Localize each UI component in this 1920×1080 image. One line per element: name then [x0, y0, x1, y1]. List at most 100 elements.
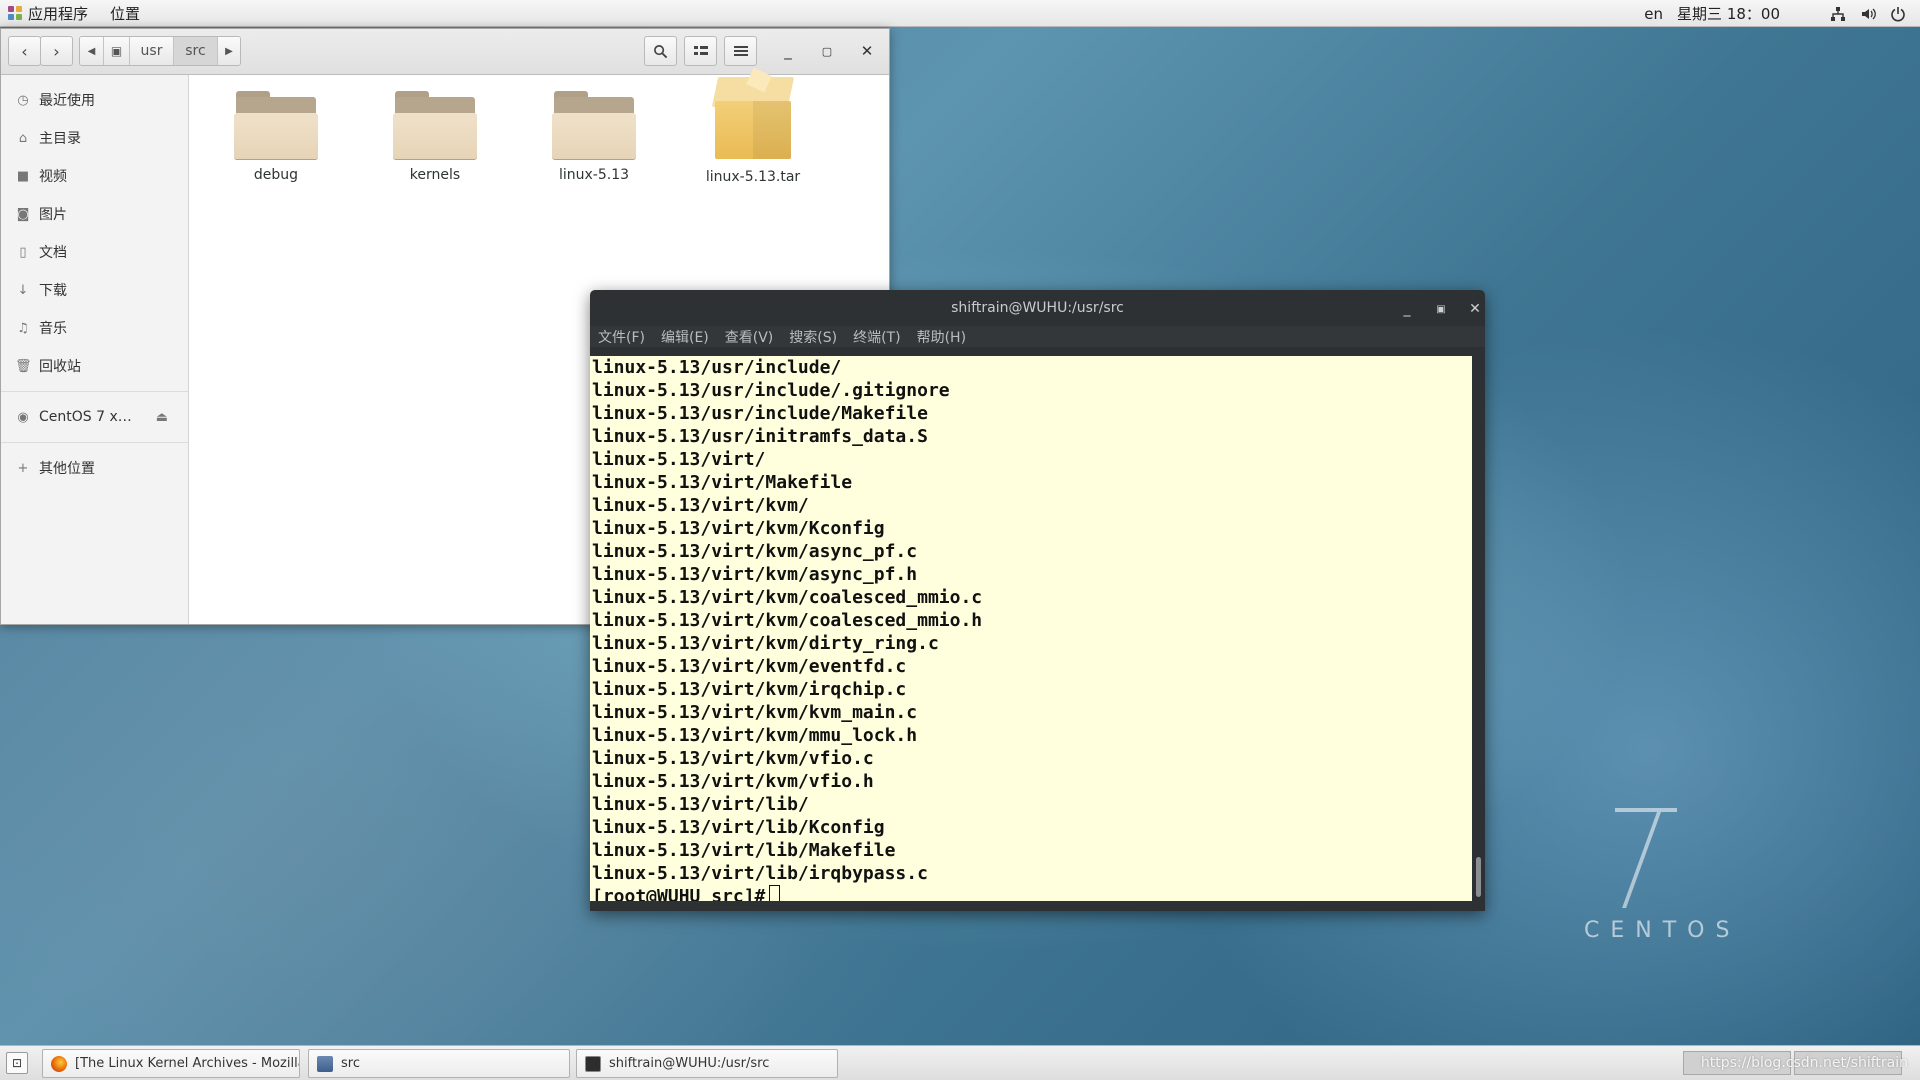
- view-toggle-button[interactable]: [684, 36, 717, 66]
- terminal-line: linux-5.13/virt/kvm/dirty_ring.c: [592, 633, 939, 654]
- file-item-label: kernels: [409, 167, 461, 183]
- terminal-line: linux-5.13/virt/kvm/async_pf.h: [592, 564, 918, 585]
- clock-icon: ◷: [17, 92, 29, 108]
- task-label: [The Linux Kernel Archives - Mozilla…: [75, 1056, 300, 1071]
- applications-menu[interactable]: 应用程序: [0, 0, 100, 26]
- terminal-menu-edit[interactable]: 编辑(E): [661, 327, 709, 347]
- terminal-menu-terminal[interactable]: 终端(T): [853, 327, 900, 347]
- path-scroll-right-button[interactable]: ▶: [218, 37, 240, 65]
- input-method-indicator[interactable]: en: [1644, 5, 1663, 23]
- terminal-scrollbar[interactable]: [1472, 356, 1485, 901]
- terminal-title: shiftrain@WUHU:/usr/src: [951, 300, 1124, 316]
- file-item-linux-5-13[interactable]: linux-5.13: [524, 89, 664, 183]
- task-label: shiftrain@WUHU:/usr/src: [609, 1056, 770, 1071]
- path-bar: ◀ ▣ usr src ▶: [79, 36, 241, 66]
- sidebar-item-label: 视频: [39, 169, 67, 185]
- terminal-line: linux-5.13/virt/kvm/vfio.c: [592, 748, 874, 769]
- folder-icon: [234, 89, 318, 159]
- file-item-debug[interactable]: debug: [206, 89, 346, 183]
- disc-icon: ◉: [17, 409, 29, 425]
- task-file-manager[interactable]: src: [308, 1049, 570, 1078]
- terminal-line: linux-5.13/virt/kvm/coalesced_mmio.h: [592, 610, 983, 631]
- sidebar-item-downloads[interactable]: ↓ 下载: [1, 271, 188, 309]
- close-icon: ✕: [860, 42, 874, 60]
- file-item-linux-5-13-tar[interactable]: linux-5.13.tar: [683, 67, 823, 185]
- path-segment-src[interactable]: src: [174, 37, 218, 65]
- task-firefox[interactable]: [The Linux Kernel Archives - Mozilla…: [42, 1049, 300, 1078]
- power-icon[interactable]: [1890, 6, 1906, 22]
- hamburger-menu-icon: [733, 46, 748, 56]
- terminal-prompt: [root@WUHU src]#: [592, 886, 766, 901]
- path-segment-usr[interactable]: usr: [130, 37, 174, 65]
- sidebar-item-label: 音乐: [39, 321, 67, 337]
- terminal-icon: [585, 1055, 601, 1072]
- applications-logo-icon: [8, 6, 22, 20]
- path-scroll-left-button[interactable]: ◀: [80, 37, 104, 65]
- clock[interactable]: 星期三 18：00: [1677, 3, 1780, 24]
- top-panel: 应用程序 位置 en 星期三 18：00: [0, 0, 1920, 27]
- menu-button[interactable]: [724, 36, 757, 66]
- terminal-close-button[interactable]: ✕: [1464, 298, 1485, 320]
- eject-icon[interactable]: ⏏: [156, 410, 168, 425]
- sidebar-item-documents[interactable]: ▯ 文档: [1, 233, 188, 271]
- folder-icon: [393, 89, 477, 159]
- file-item-label: linux-5.13: [558, 167, 630, 183]
- scrollbar-thumb[interactable]: [1476, 857, 1481, 897]
- task-terminal[interactable]: shiftrain@WUHU:/usr/src: [576, 1049, 838, 1078]
- terminal-line: linux-5.13/usr/include/: [592, 357, 842, 378]
- terminal-line: linux-5.13/virt/lib/: [592, 794, 809, 815]
- network-icon[interactable]: [1830, 6, 1846, 22]
- terminal-line: linux-5.13/virt/kvm/mmu_lock.h: [592, 725, 918, 746]
- back-button[interactable]: ‹: [8, 36, 41, 66]
- sidebar-item-label: 主目录: [39, 131, 81, 147]
- sidebar-item-pictures[interactable]: ◙ 图片: [1, 195, 188, 233]
- sidebar-item-home[interactable]: ⌂ 主目录: [1, 119, 188, 157]
- chevron-left-icon: ‹: [21, 41, 28, 61]
- terminal-maximize-button[interactable]: ▣: [1430, 298, 1452, 320]
- sidebar-item-device-centos[interactable]: ◉ CentOS 7 x… ⏏: [1, 398, 188, 436]
- arrow-right-icon: ▶: [225, 45, 233, 57]
- sidebar-item-label: 下载: [39, 283, 67, 299]
- close-icon: ✕: [1469, 301, 1481, 317]
- drive-icon: ▣: [110, 44, 123, 58]
- sidebar-separator: [1, 391, 188, 392]
- minimize-button[interactable]: _: [774, 37, 802, 65]
- places-menu[interactable]: 位置: [100, 0, 152, 26]
- sidebar-item-other-locations[interactable]: + 其他位置: [1, 449, 188, 487]
- sidebar-item-videos[interactable]: ■ 视频: [1, 157, 188, 195]
- video-icon: ■: [16, 168, 30, 184]
- close-button[interactable]: ✕: [853, 37, 881, 65]
- terminal-line: linux-5.13/virt/lib/Kconfig: [592, 817, 885, 838]
- task-label: src: [341, 1056, 360, 1071]
- centos-wordmark: CENTOS: [1584, 918, 1741, 943]
- sidebar-separator: [1, 442, 188, 443]
- terminal-line: linux-5.13/virt/kvm/eventfd.c: [592, 656, 907, 677]
- terminal-line: linux-5.13/usr/initramfs_data.S: [592, 426, 928, 447]
- path-root-button[interactable]: ▣: [104, 37, 130, 65]
- terminal-minimize-button[interactable]: _: [1396, 298, 1418, 320]
- volume-icon[interactable]: [1860, 6, 1876, 22]
- terminal-titlebar[interactable]: shiftrain@WUHU:/usr/src _ ▣ ✕: [590, 290, 1485, 326]
- centos-seven-logo: [1585, 800, 1735, 910]
- terminal-cursor: [769, 885, 781, 901]
- terminal-menu-search[interactable]: 搜索(S): [789, 327, 837, 347]
- maximize-button[interactable]: ▢: [813, 37, 841, 65]
- search-button[interactable]: [644, 36, 677, 66]
- terminal-menu-view[interactable]: 查看(V): [725, 327, 774, 347]
- terminal-menu-help[interactable]: 帮助(H): [917, 327, 966, 347]
- sidebar-item-label: 最近使用: [39, 93, 95, 109]
- terminal-menubar: 文件(F) 编辑(E) 查看(V) 搜索(S) 终端(T) 帮助(H): [590, 326, 1485, 347]
- file-item-kernels[interactable]: kernels: [365, 89, 505, 183]
- terminal-line: linux-5.13/virt/: [592, 449, 766, 470]
- show-desktop-button[interactable]: ⊡: [6, 1052, 28, 1074]
- sidebar-item-music[interactable]: ♫ 音乐: [1, 309, 188, 347]
- terminal-menu-file[interactable]: 文件(F): [598, 327, 645, 347]
- terminal-line: linux-5.13/virt/lib/Makefile: [592, 840, 896, 861]
- forward-button[interactable]: ›: [40, 36, 73, 66]
- sidebar-item-trash[interactable]: 🗑 回收站: [1, 347, 188, 385]
- folder-icon: [552, 89, 636, 159]
- sidebar-item-recent[interactable]: ◷ 最近使用: [1, 81, 188, 119]
- terminal-screen[interactable]: linux-5.13/usr/include/ linux-5.13/usr/i…: [590, 356, 1472, 901]
- applications-menu-label: 应用程序: [28, 4, 89, 23]
- sidebar-item-label: 文档: [39, 245, 67, 261]
